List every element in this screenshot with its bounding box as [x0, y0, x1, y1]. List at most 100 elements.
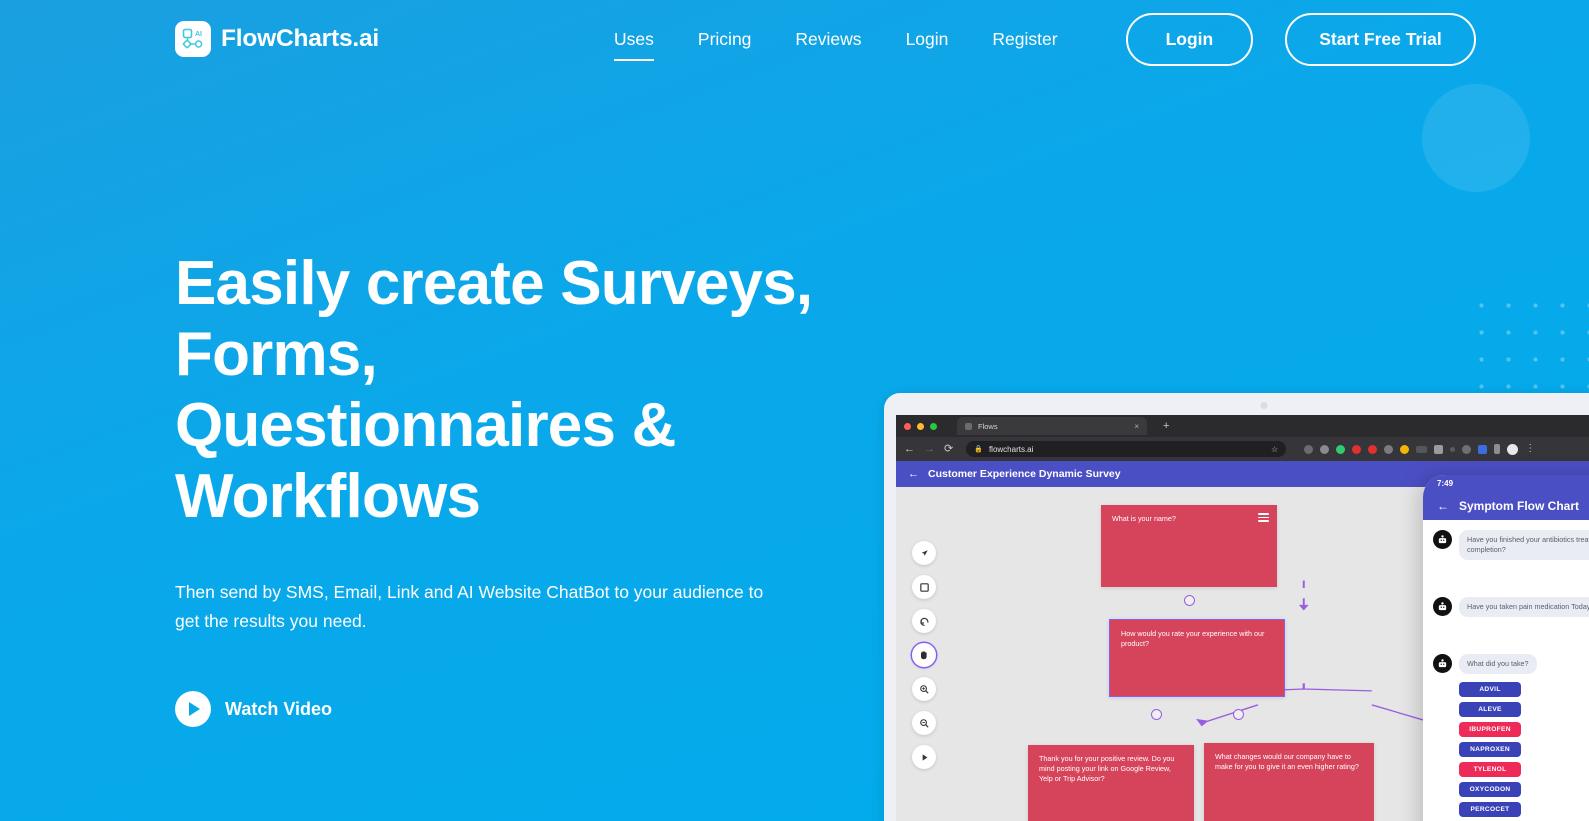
extension-icon-11[interactable] [1462, 444, 1472, 454]
flow-node[interactable]: What changes would our company have to m… [1204, 743, 1374, 821]
address-input[interactable]: 🔒 flowcharts.ai ☆ [966, 441, 1287, 457]
zoom-in-tool-button[interactable] [912, 677, 936, 701]
flow-connector-node[interactable] [1184, 595, 1195, 606]
browser-extensions: ⋮ [1304, 443, 1535, 455]
medication-option-aleve[interactable]: ALEVE [1459, 702, 1521, 717]
nav-item-reviews[interactable]: Reviews [795, 25, 861, 54]
chat-bubble: Have you taken pain medication Today? [1459, 597, 1589, 617]
phone-status-bar: 7:49 [1423, 475, 1589, 492]
profile-avatar-icon[interactable] [1507, 443, 1519, 455]
bot-avatar-icon [1433, 654, 1452, 673]
laptop-camera-icon [1260, 402, 1268, 409]
decorative-dot-grid [1466, 290, 1589, 410]
shape-tool-button[interactable] [912, 575, 936, 599]
extension-icon-8[interactable] [1416, 445, 1428, 453]
canvas-toolbar [912, 541, 936, 769]
window-close-icon[interactable] [904, 422, 911, 430]
medication-options: ADVIL ALEVE IBUPROFEN NAPROXEN TYLENOL O… [1459, 682, 1589, 817]
site-header: AI FlowCharts.ai Uses Pricing Reviews Lo… [0, 0, 1589, 78]
phone-mockup: 7:49 ← Symptom Flow Chart Have you finis… [1423, 475, 1589, 821]
nav-item-uses[interactable]: Uses [614, 25, 654, 61]
flow-node[interactable]: What is your name? [1101, 505, 1277, 587]
hero-section: Easily create Surveys, Forms, Questionna… [175, 248, 875, 727]
medication-option-percocet[interactable]: PERCOCET [1459, 802, 1521, 817]
flow-connector-node[interactable] [1233, 709, 1244, 720]
extension-icon-1[interactable] [1304, 444, 1314, 454]
browser-menu-icon[interactable]: ⋮ [1525, 444, 1535, 454]
phone-app-header: ← Symptom Flow Chart [1423, 492, 1589, 520]
flow-node[interactable]: Thank you for your positive review. Do y… [1028, 745, 1194, 821]
extension-icon-6[interactable] [1384, 444, 1394, 454]
phone-app-title: Symptom Flow Chart [1459, 499, 1580, 513]
chat-message-bot: Have you finished your antibiotics treat… [1433, 530, 1589, 560]
select-tool-button[interactable] [912, 541, 936, 565]
extension-icon-3[interactable] [1336, 444, 1346, 454]
decorative-circle [1422, 84, 1530, 192]
bookmark-star-icon[interactable]: ☆ [1271, 445, 1278, 454]
extension-icon-5[interactable] [1368, 444, 1378, 454]
tab-title: Flows [978, 421, 998, 431]
main-nav: Uses Pricing Reviews Login Register [592, 25, 1080, 61]
chat-thread: Have you finished your antibiotics treat… [1423, 520, 1589, 817]
browser-url-bar: ← → ⟳ 🔒 flowcharts.ai ☆ ⋮ [896, 437, 1589, 461]
undo-tool-button[interactable] [912, 609, 936, 633]
svg-text:AI: AI [195, 31, 202, 38]
nav-item-login[interactable]: Login [906, 25, 949, 54]
hero-headline: Easily create Surveys, Forms, Questionna… [175, 249, 813, 531]
phone-back-icon[interactable]: ← [1437, 499, 1449, 513]
medication-option-oxycodon[interactable]: OXYCODON [1459, 782, 1521, 797]
medication-option-naproxen[interactable]: NAPROXEN [1459, 742, 1521, 757]
chat-bubble: Have you finished your antibiotics treat… [1459, 530, 1589, 560]
extension-icon-7[interactable] [1400, 444, 1410, 454]
flow-node-text: What is your name? [1112, 514, 1176, 523]
chat-message-bot: What did you take? [1433, 654, 1589, 674]
medication-option-advil[interactable]: ADVIL [1459, 682, 1521, 697]
watch-video-button[interactable]: Watch Video [175, 691, 332, 727]
play-icon [175, 691, 211, 727]
downloads-icon[interactable] [1494, 444, 1501, 454]
tab-favicon-icon [965, 422, 972, 430]
tab-close-icon[interactable]: × [1134, 422, 1139, 431]
medication-option-tylenol[interactable]: TYLENOL [1459, 762, 1521, 777]
login-button[interactable]: Login [1125, 12, 1254, 66]
address-value: flowcharts.ai [988, 444, 1034, 454]
phone-clock: 7:49 [1437, 479, 1454, 488]
medication-option-ibuprofen[interactable]: IBUPROFEN [1459, 722, 1521, 737]
forward-icon[interactable]: → [924, 443, 935, 455]
bot-avatar-icon [1433, 597, 1452, 616]
flow-node-text: How would you rate your experience with … [1121, 629, 1265, 648]
app-back-icon[interactable]: ← [908, 468, 919, 480]
flow-node[interactable]: How would you rate your experience with … [1109, 619, 1285, 697]
chat-message-user: No [1433, 568, 1589, 588]
play-tool-button[interactable] [912, 745, 936, 769]
chat-message-bot: Have you taken pain medication Today? [1433, 597, 1589, 617]
flow-app-title: Customer Experience Dynamic Survey [928, 468, 1121, 480]
hamburger-menu-icon[interactable] [1258, 513, 1269, 522]
extension-icon-10[interactable] [1450, 446, 1456, 452]
start-free-trial-button[interactable]: Start Free Trial [1285, 12, 1476, 66]
bot-avatar-icon [1433, 530, 1452, 549]
back-icon[interactable]: ← [904, 443, 915, 455]
nav-item-register[interactable]: Register [992, 25, 1057, 54]
chat-bubble: What did you take? [1459, 654, 1537, 674]
browser-tab[interactable]: Flows × [957, 417, 1147, 435]
extension-icon-4[interactable] [1352, 444, 1362, 454]
browser-tab-bar: Flows × + [896, 415, 1589, 437]
reload-icon[interactable]: ⟳ [944, 443, 953, 455]
nav-item-pricing[interactable]: Pricing [698, 25, 752, 54]
zoom-out-tool-button[interactable] [912, 711, 936, 735]
brand-name: FlowCharts.ai [221, 25, 380, 52]
hero-subtext: Then send by SMS, Email, Link and AI Web… [175, 582, 764, 631]
extension-icon-12[interactable] [1478, 444, 1488, 454]
new-tab-icon[interactable]: + [1163, 420, 1169, 432]
extension-icon-2[interactable] [1320, 444, 1330, 454]
flow-node-text: What changes would our company have to m… [1215, 752, 1359, 771]
window-minimize-icon[interactable] [917, 422, 924, 430]
window-maximize-icon[interactable] [930, 422, 937, 430]
flow-node-text: Thank you for your positive review. Do y… [1039, 754, 1175, 783]
watch-video-label: Watch Video [225, 698, 333, 719]
hand-tool-button[interactable] [912, 643, 936, 667]
flow-connector-node[interactable] [1151, 709, 1162, 720]
extension-icon-9[interactable] [1434, 444, 1444, 454]
brand-logo[interactable]: AI FlowCharts.ai [175, 21, 379, 57]
